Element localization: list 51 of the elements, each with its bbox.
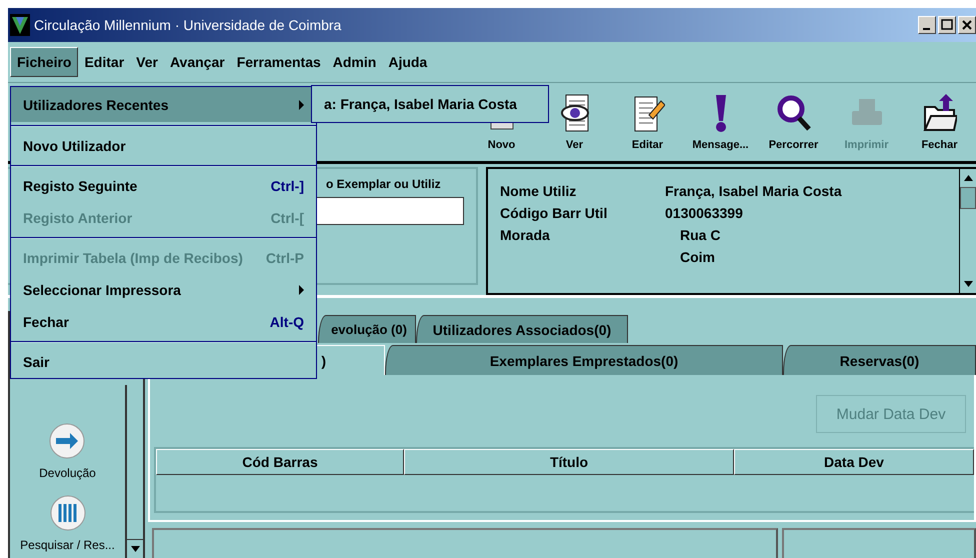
menu-bar-item[interactable]: Ficheiro: [10, 47, 78, 77]
toolbar-button[interactable]: Fechar: [903, 83, 976, 157]
barred-circle-icon: [48, 494, 86, 532]
tab[interactable]: Reservas(0): [783, 345, 976, 375]
column-header[interactable]: Data Dev: [734, 449, 974, 475]
menu-bar-item[interactable]: Ferramentas: [230, 48, 327, 76]
toolbar-button[interactable]: Percorrer: [757, 83, 830, 157]
field-value: 0130063399: [665, 205, 744, 221]
menu-item[interactable]: Registo Seguinte Ctrl-]: [11, 170, 316, 202]
folder-icon: [922, 93, 956, 133]
menu-bar-item[interactable]: Editar: [78, 48, 130, 76]
submenu-arrow-icon: [299, 100, 304, 110]
field-label: Código Barr Util: [500, 205, 608, 221]
app-logo-icon: [10, 14, 30, 36]
menu-bar-item[interactable]: Avançar: [164, 48, 231, 76]
side-panel-button[interactable]: Devolução: [39, 422, 96, 480]
toolbar-button[interactable]: Editar: [611, 83, 684, 157]
window-title: Circulação Millennium · Universidade de Coimbra: [34, 17, 342, 33]
column-header[interactable]: Título: [404, 449, 734, 475]
minimize-icon[interactable]: [918, 16, 936, 34]
toolbar-button[interactable]: Mensage...: [684, 83, 757, 157]
field-value: França, Isabel Maria Costa: [665, 183, 843, 199]
scrollbar[interactable]: [959, 169, 976, 293]
menu-bar-item[interactable]: Ver: [130, 48, 164, 76]
scroll-up-icon[interactable]: [964, 175, 972, 181]
field-value: Rua C: [680, 227, 722, 243]
tab[interactable]: Exemplares Emprestados(0): [385, 345, 783, 375]
field-value: Coim: [680, 249, 716, 265]
close-icon[interactable]: [958, 16, 976, 34]
field-label: Morada: [500, 227, 551, 245]
maximize-icon[interactable]: [938, 16, 956, 34]
submenu-arrow-icon: [299, 285, 304, 295]
tab[interactable]: evolução (0): [318, 315, 416, 343]
menu-bar-item[interactable]: Ajuda: [382, 48, 434, 76]
scroll-thumb[interactable]: [960, 187, 976, 209]
scroll-down-icon[interactable]: [130, 546, 140, 552]
side-panel-button[interactable]: Pesquisar / Res...: [20, 494, 115, 552]
menu-item[interactable]: Sair: [11, 346, 316, 378]
menu-item[interactable]: Seleccionar Impressora: [11, 274, 316, 306]
search-icon: [776, 93, 812, 133]
tab[interactable]: Utilizadores Associados(0): [416, 315, 628, 343]
scrollbar[interactable]: [125, 385, 143, 558]
search-field[interactable]: [316, 197, 464, 225]
menu-item[interactable]: a: França, Isabel Maria Costa: [312, 86, 548, 122]
field-label: Nome Utiliz: [500, 183, 578, 199]
menu-item[interactable]: Fechar Alt-Q: [11, 306, 316, 338]
field-label: o Exemplar ou Utiliz: [326, 179, 442, 191]
menu-bar-item[interactable]: Admin: [326, 48, 382, 76]
scroll-down-icon[interactable]: [964, 281, 972, 287]
menu-item[interactable]: Novo Utilizador: [11, 130, 316, 162]
column-header[interactable]: Cód Barras: [156, 449, 404, 475]
